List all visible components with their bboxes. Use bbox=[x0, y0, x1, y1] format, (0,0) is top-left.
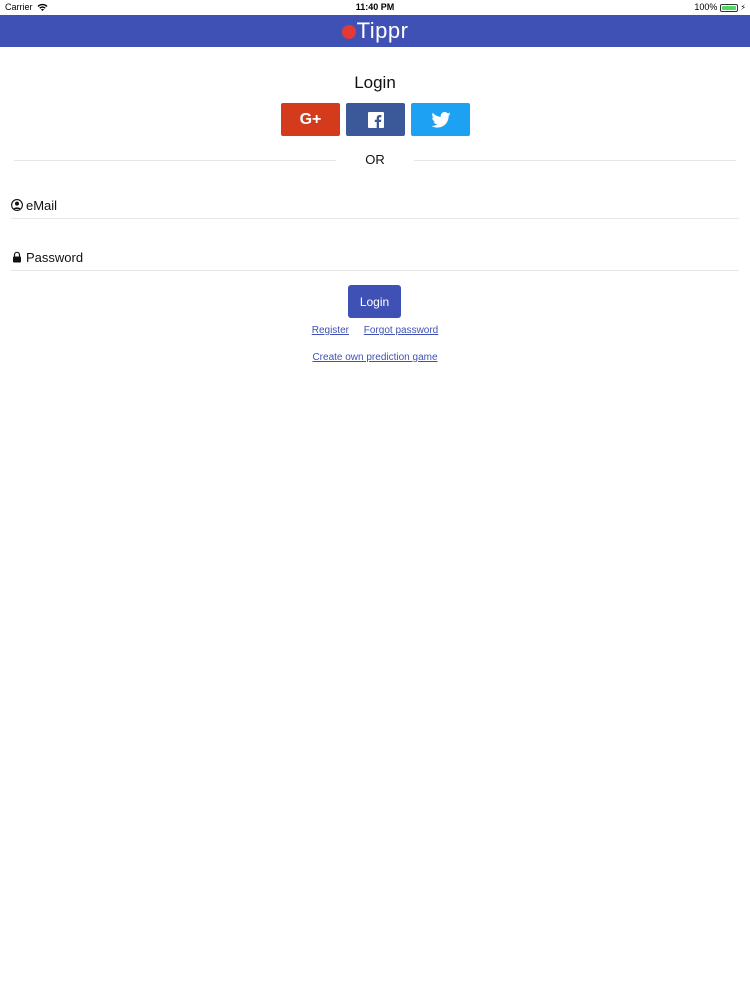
auth-links: Register Forgot password bbox=[0, 325, 750, 336]
logo-text: Tippr bbox=[356, 18, 409, 43]
register-link[interactable]: Register bbox=[312, 325, 349, 336]
forgot-password-link[interactable]: Forgot password bbox=[364, 325, 438, 336]
app-header: Tippr bbox=[0, 15, 750, 47]
app-logo: Tippr bbox=[341, 18, 409, 44]
battery-level bbox=[722, 5, 737, 10]
twitter-login-button[interactable] bbox=[411, 103, 470, 136]
email-input[interactable] bbox=[26, 197, 626, 213]
google-login-button[interactable]: G+ bbox=[281, 103, 340, 136]
password-field[interactable] bbox=[11, 244, 739, 271]
battery-percent: 100% bbox=[694, 2, 718, 12]
google-plus-icon: G+ bbox=[299, 110, 322, 128]
charging-icon: ⚡ bbox=[740, 3, 746, 12]
lock-icon bbox=[13, 251, 21, 263]
facebook-icon bbox=[367, 111, 384, 128]
divider-line-right bbox=[414, 160, 736, 161]
status-time: 11:40 PM bbox=[355, 2, 395, 12]
login-title: Login bbox=[354, 73, 396, 92]
twitter-icon bbox=[430, 111, 451, 128]
status-right: 100% ⚡ bbox=[694, 0, 746, 15]
email-field[interactable] bbox=[11, 192, 739, 219]
logo-mark-icon bbox=[341, 25, 356, 39]
create-prediction-game-link[interactable]: Create own prediction game bbox=[312, 352, 437, 363]
social-login-row: G+ bbox=[281, 103, 470, 136]
user-icon bbox=[11, 199, 23, 211]
status-bar: Carrier 11:40 PM 100% ⚡ bbox=[0, 0, 750, 15]
create-game-row: Create own prediction game bbox=[0, 352, 750, 363]
or-divider: OR bbox=[14, 152, 736, 168]
password-input[interactable] bbox=[26, 249, 626, 265]
battery-icon bbox=[720, 3, 739, 12]
login-button[interactable]: Login bbox=[348, 285, 401, 318]
facebook-login-button[interactable] bbox=[346, 103, 405, 136]
